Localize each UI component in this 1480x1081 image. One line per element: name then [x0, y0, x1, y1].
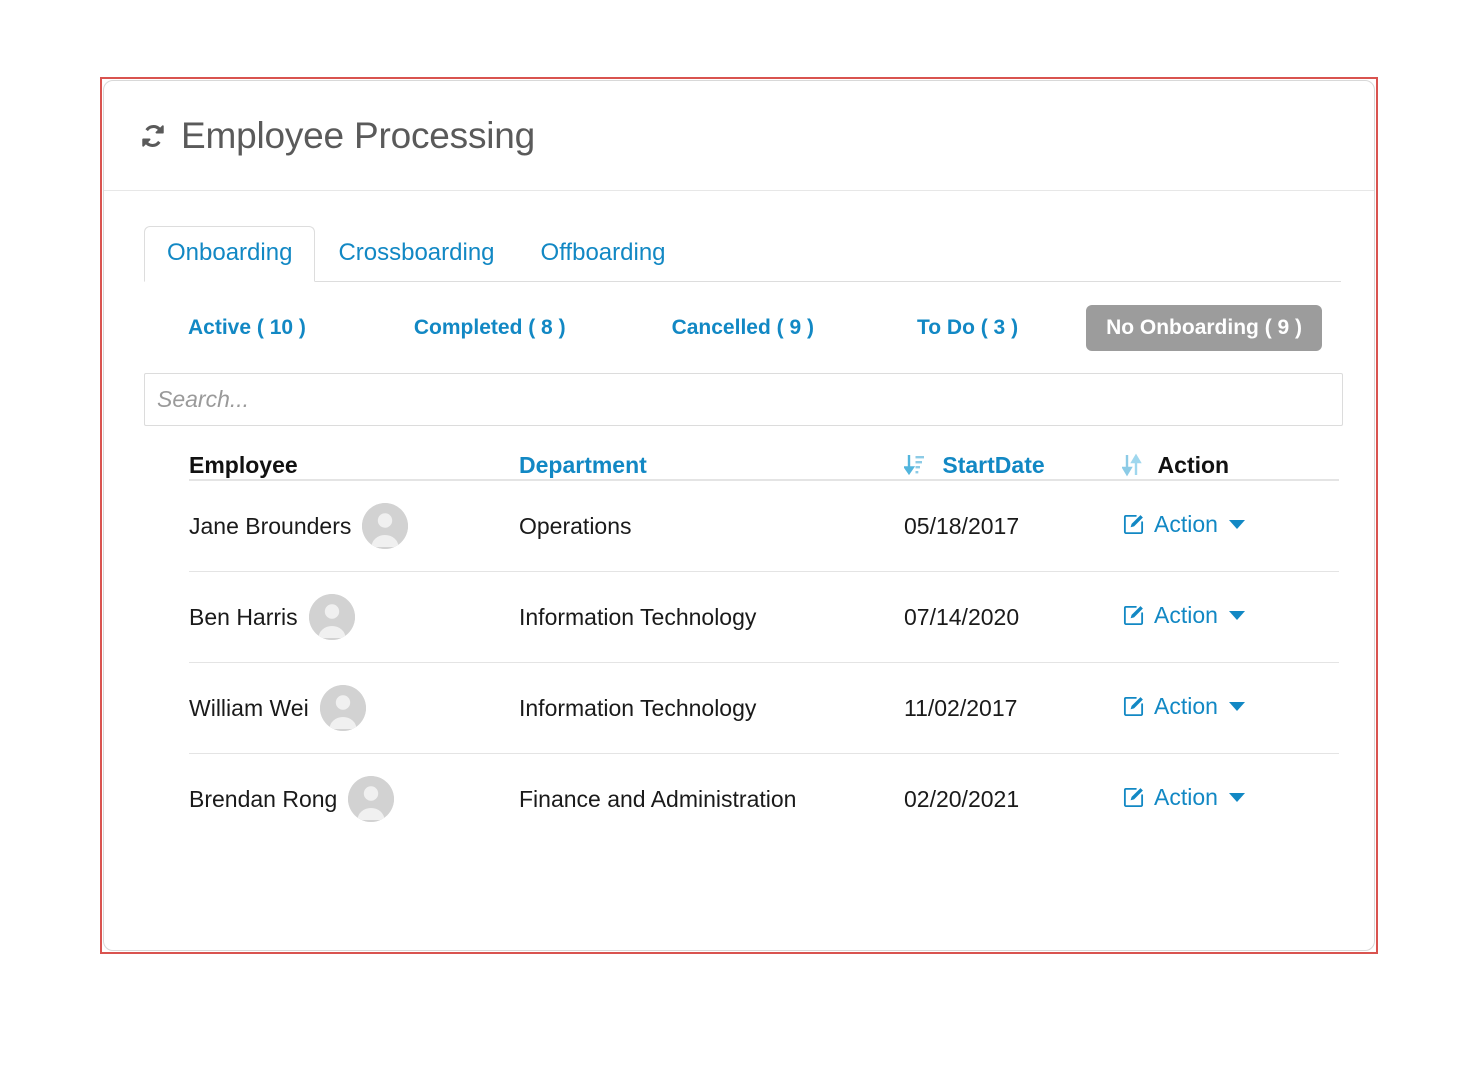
avatar — [319, 685, 366, 731]
filter-cancelled[interactable]: Cancelled ( 9 ) — [672, 305, 814, 351]
employee-name: Jane Brounders — [189, 512, 352, 539]
page-title: Employee Processing — [181, 114, 536, 156]
chevron-down-icon — [1228, 792, 1245, 802]
cell-department: Operations — [519, 480, 904, 572]
cell-employee: Ben Harris — [189, 571, 519, 663]
cell-action: Action — [1122, 480, 1339, 572]
column-header-action: Action — [1122, 452, 1339, 481]
column-header-startdate[interactable]: StartDate — [904, 452, 1122, 481]
cell-action: Action — [1122, 571, 1339, 663]
card-body: Onboarding Crossboarding Offboarding Act… — [104, 191, 1374, 844]
cell-startdate: 07/14/2020 — [904, 571, 1122, 663]
cell-employee: Jane Brounders — [189, 480, 519, 572]
status-filter-bar: Active ( 10 ) Completed ( 8 ) Cancelled … — [144, 305, 1341, 351]
chevron-down-icon — [1228, 519, 1245, 529]
action-label: Action — [1154, 601, 1218, 628]
tab-offboarding[interactable]: Offboarding — [518, 226, 689, 281]
cell-employee: William Wei — [189, 662, 519, 754]
employee-name: Ben Harris — [189, 603, 298, 630]
chevron-down-icon — [1228, 610, 1245, 620]
avatar — [348, 776, 395, 822]
filter-completed[interactable]: Completed ( 8 ) — [414, 305, 566, 351]
table-row[interactable]: William Wei Information Technology 11/02… — [189, 662, 1339, 754]
edit-square-icon — [1122, 604, 1145, 627]
table-row[interactable]: Brendan Rong Finance and Administration … — [189, 754, 1339, 845]
employee-table-wrap: Employee Department StartDate Action Jan… — [144, 452, 1341, 844]
table-row[interactable]: Jane Brounders Operations 05/18/2017 Act… — [189, 480, 1339, 572]
sort-amount-desc-icon[interactable] — [904, 453, 926, 477]
cell-startdate: 05/18/2017 — [904, 480, 1122, 572]
chevron-down-icon — [1228, 701, 1245, 711]
employee-table: Employee Department StartDate Action Jan… — [189, 452, 1339, 844]
edit-square-icon — [1122, 786, 1145, 809]
employee-processing-card: Employee Processing Onboarding Crossboar… — [103, 80, 1375, 951]
column-header-employee: Employee — [189, 452, 519, 481]
sort-icon[interactable] — [1122, 453, 1142, 477]
table-head: Employee Department StartDate Action — [189, 452, 1339, 481]
avatar — [308, 594, 355, 640]
employee-name: William Wei — [189, 694, 309, 721]
avatar — [362, 503, 409, 549]
action-dropdown-button[interactable]: Action — [1122, 602, 1245, 629]
column-header-department[interactable]: Department — [519, 452, 904, 481]
cell-startdate: 02/20/2021 — [904, 785, 1020, 812]
cell-department: Information Technology — [519, 662, 904, 754]
card-header: Employee Processing — [104, 81, 1374, 191]
action-label: Action — [1154, 510, 1218, 537]
table-row[interactable]: Ben Harris Information Technology 07/14/… — [189, 571, 1339, 663]
filter-to-do[interactable]: To Do ( 3 ) — [917, 305, 1018, 351]
action-dropdown-button[interactable]: Action — [1122, 693, 1245, 720]
edit-square-icon — [1122, 695, 1145, 718]
cell-action: Action — [1122, 662, 1339, 754]
column-header-department-label[interactable]: Department — [519, 452, 647, 478]
tab-onboarding[interactable]: Onboarding — [144, 226, 316, 282]
cell-action: Action — [1122, 754, 1339, 845]
column-header-action-label: Action — [1157, 452, 1230, 478]
edit-square-icon — [1122, 513, 1145, 536]
column-header-startdate-label[interactable]: StartDate — [942, 452, 1044, 478]
filter-no-onboarding[interactable]: No Onboarding ( 9 ) — [1086, 305, 1323, 351]
table-header-row: Employee Department StartDate Action — [189, 452, 1339, 481]
search-input[interactable] — [144, 373, 1343, 426]
action-label: Action — [1154, 783, 1218, 810]
cell-employee: Brendan Rong — [189, 754, 519, 845]
cell-department: Information Technology — [519, 571, 904, 663]
header-title-wrap: Employee Processing — [138, 115, 535, 157]
action-dropdown-button[interactable]: Action — [1122, 784, 1245, 811]
action-dropdown-button[interactable]: Action — [1122, 511, 1245, 538]
filter-active[interactable]: Active ( 10 ) — [188, 305, 306, 351]
action-label: Action — [1154, 692, 1218, 719]
search-row — [144, 373, 1343, 426]
table-body: Jane Brounders Operations 05/18/2017 Act… — [189, 480, 1339, 844]
tab-bar: Onboarding Crossboarding Offboarding — [144, 225, 1341, 282]
employee-name: Brendan Rong — [189, 785, 338, 812]
cell-startdate: 11/02/2017 — [904, 662, 1122, 754]
tab-crossboarding[interactable]: Crossboarding — [315, 226, 517, 281]
column-header-employee-label: Employee — [189, 452, 298, 478]
cell-department: Finance and Administration — [519, 785, 797, 812]
sync-icon — [138, 121, 168, 151]
